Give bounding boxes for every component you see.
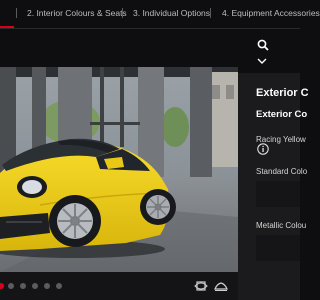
step-navigation: s 2. Interior Colours & Seats 3. Individ…	[0, 0, 320, 28]
gallery-dot[interactable]	[44, 283, 50, 289]
standard-colour-swatches[interactable]	[256, 181, 300, 207]
gallery-dot[interactable]	[8, 283, 14, 289]
car-preview[interactable]	[0, 67, 238, 272]
standard-colours-label: Standard Colo	[256, 167, 308, 176]
search-icon[interactable]	[257, 39, 269, 51]
chevron-down-icon[interactable]	[257, 58, 267, 64]
step-4-tab[interactable]: 4. Equipment Accessories	[222, 8, 320, 18]
panel-subheading: Exterior Co	[256, 109, 308, 120]
gallery-dot[interactable]	[32, 283, 38, 289]
gallery-dot[interactable]	[20, 283, 26, 289]
gallery-dot[interactable]	[56, 283, 62, 289]
panel-toolbar	[238, 29, 300, 73]
step-separator	[122, 8, 123, 18]
car-view-icon[interactable]	[214, 280, 228, 292]
info-icon[interactable]	[257, 143, 269, 155]
step-2-tab[interactable]: 2. Interior Colours & Seats	[27, 8, 127, 18]
panel-heading: Exterior C	[256, 87, 309, 99]
car-scene-image	[0, 67, 238, 272]
step-separator	[16, 8, 17, 18]
step-separator	[210, 8, 211, 18]
metallic-colour-swatches[interactable]	[256, 235, 300, 261]
metallic-colours-label: Metallic Colou	[256, 221, 307, 230]
step-3-tab[interactable]: 3. Individual Options	[133, 8, 210, 18]
360-view-icon[interactable]	[194, 280, 208, 292]
